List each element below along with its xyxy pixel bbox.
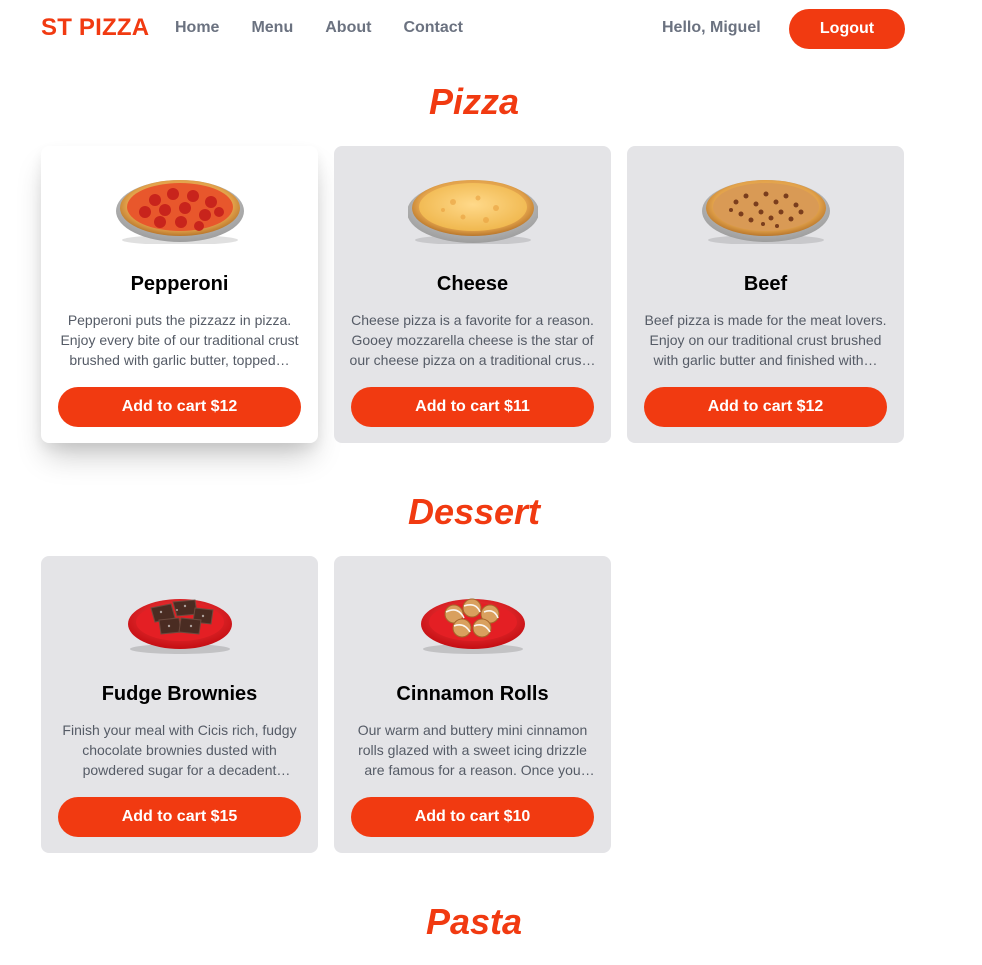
brownies-image — [127, 599, 232, 654]
add-to-cart-button[interactable]: Add to cart $11 — [351, 387, 594, 427]
menu-item-description: Our warm and buttery mini cinnamon rolls… — [357, 722, 588, 778]
site-header: ST PIZZA Home Menu About Contact Hello, … — [0, 0, 982, 58]
add-to-cart-button[interactable]: Add to cart $15 — [58, 797, 301, 837]
menu-item-name: Pepperoni — [130, 273, 229, 295]
cinnamon-rolls-image — [420, 598, 525, 654]
menu-item-description: Pepperoni puts the pizzazz in pizza. Enj… — [60, 312, 299, 368]
menu-item-name: Beef — [743, 273, 788, 295]
menu-item-card[interactable]: Beef Beef pizza is made for the meat lov… — [627, 146, 904, 443]
logout-button[interactable]: Logout — [789, 9, 905, 49]
menu-item-card[interactable]: Cheese Cheese pizza is a favorite for a … — [334, 146, 611, 443]
menu-item-card[interactable]: Pepperoni Pepperoni puts the pizzazz in … — [41, 146, 318, 443]
nav-link-menu[interactable]: Menu — [251, 19, 293, 37]
dessert-grid: Fudge Brownies Finish your meal with Cic… — [41, 556, 904, 853]
cheese-pizza-image — [407, 180, 538, 244]
menu-item-name: Cheese — [436, 273, 509, 295]
menu-item-description: Beef pizza is made for the meat lovers. … — [644, 312, 887, 368]
section-title-pasta: Pasta — [425, 901, 523, 942]
menu-item-name: Fudge Brownies — [101, 683, 258, 705]
menu-item-card[interactable]: Fudge Brownies Finish your meal with Cic… — [41, 556, 318, 853]
add-to-cart-button[interactable]: Add to cart $12 — [644, 387, 887, 427]
section-title-pizza: Pizza — [428, 81, 520, 122]
menu-item-description: Finish your meal with Cicis rich, fudgy … — [62, 722, 297, 778]
add-to-cart-button[interactable]: Add to cart $12 — [58, 387, 301, 427]
nav-link-about[interactable]: About — [325, 19, 371, 37]
pepperoni-pizza-image — [115, 180, 244, 244]
beef-pizza-image — [701, 180, 830, 244]
menu-item-name: Cinnamon Rolls — [396, 683, 549, 705]
section-title-dessert: Dessert — [407, 491, 541, 532]
user-greeting: Hello, Miguel — [662, 19, 761, 36]
nav-link-contact[interactable]: Contact — [403, 19, 463, 37]
site-logo[interactable]: ST PIZZA — [41, 14, 149, 42]
menu-item-description: Cheese pizza is a favorite for a reason.… — [349, 312, 596, 368]
menu-item-card[interactable]: Cinnamon Rolls Our warm and buttery mini… — [334, 556, 611, 853]
main-nav: Home Menu About Contact — [175, 19, 495, 37]
add-to-cart-button[interactable]: Add to cart $10 — [351, 797, 594, 837]
nav-link-home[interactable]: Home — [175, 19, 219, 37]
pizza-grid: Pepperoni Pepperoni puts the pizzazz in … — [41, 146, 904, 443]
